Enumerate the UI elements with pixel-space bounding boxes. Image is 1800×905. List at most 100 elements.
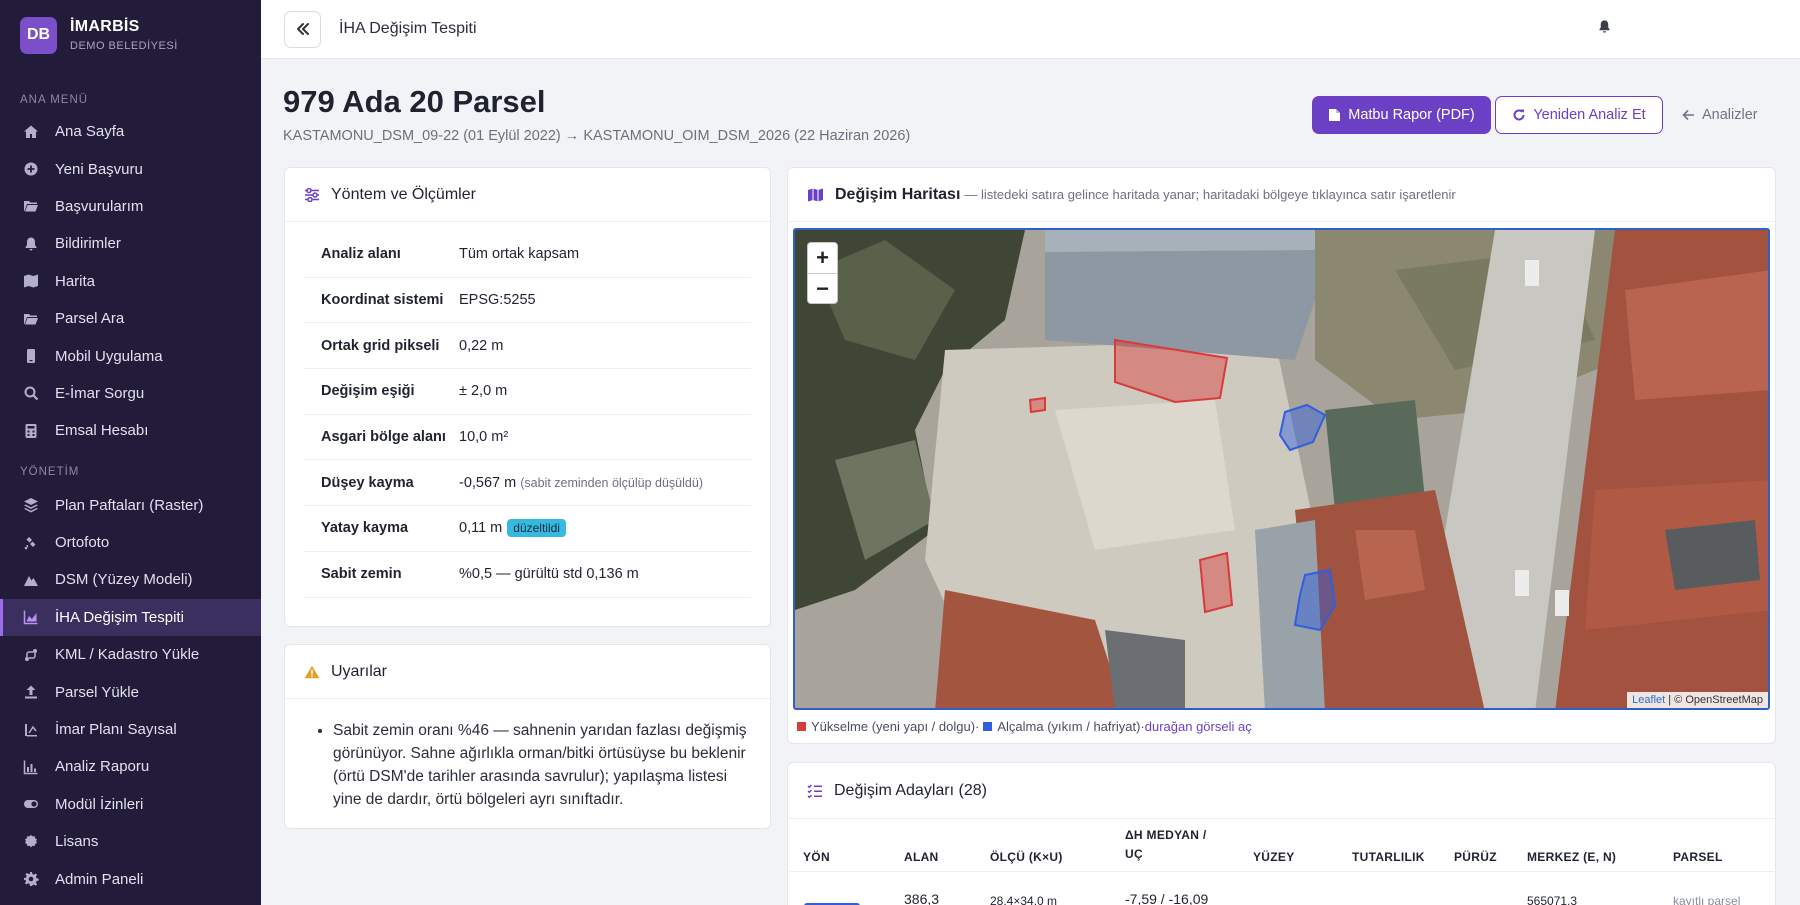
page-title: 979 Ada 20 Parsel (283, 84, 546, 119)
print-report-pdf-button[interactable]: Matbu Rapor (PDF) (1312, 96, 1491, 134)
sidebar-item-label: İmar Planı Sayısal (55, 721, 177, 739)
reanalyze-button[interactable]: Yeniden Analiz Et (1495, 96, 1663, 134)
method-key: Asgari bölge alanı (321, 429, 446, 446)
open-static-image-link[interactable]: durağan görseli aç (1145, 719, 1252, 734)
col-parcel[interactable]: PARSEL (1673, 818, 1723, 872)
sidebar-item-admin-paneli[interactable]: Admin Paneli (0, 860, 261, 897)
sidebar-item-label: Plan Paftaları (Raster) (55, 496, 204, 514)
zoom-controls: + − (807, 242, 838, 304)
sidebar-item-mobil-uygulama[interactable]: Mobil Uygulama (0, 337, 261, 374)
sidebar-item-basvurularim[interactable]: Başvurularım (0, 188, 261, 225)
col-consistency[interactable]: TUTARLILIK (1352, 818, 1425, 872)
cell-size: 28,4×34,0 m (990, 894, 1058, 905)
osm-attribution: | © OpenStreetMap (1668, 694, 1763, 706)
ruler-icon (22, 721, 40, 739)
sidebar-item-modul-i-zinleri[interactable]: Modül İzinleri (0, 786, 261, 823)
method-value: ± 2,0 m (459, 383, 508, 400)
brand-logo: DB (20, 16, 57, 54)
mobile-icon (22, 347, 40, 365)
page-subtitle: KASTAMONU_DSM_09-22 (01 Eylül 2022) → KA… (283, 128, 911, 144)
upload-icon (22, 683, 40, 701)
sidebar-item-i-mar-plani-sayisal[interactable]: İmar Planı Sayısal (0, 711, 261, 748)
col-center[interactable]: MERKEZ (E, N) (1527, 818, 1616, 872)
sidebar-item-e-i-mar-sorgu[interactable]: E-İmar Sorgu (0, 375, 261, 412)
sidebar-item-i-ha-degisim-tespiti[interactable]: İHA Değişim Tespiti (0, 598, 261, 637)
cell-parcel: kayıtlı parsel (1673, 894, 1741, 905)
change-map[interactable]: + − Leaflet | © OpenStreetMap (793, 228, 1770, 710)
home-icon (22, 123, 40, 141)
warnings-card-title: Uyarılar (331, 662, 388, 680)
col-area[interactable]: ALAN (904, 818, 939, 872)
sidebar-item-yeni-basvuru[interactable]: Yeni Başvuru (0, 150, 261, 187)
arrow-left-icon (1682, 109, 1695, 121)
method-card-header: Yöntem ve Ölçümler (285, 168, 770, 222)
method-row: Düşey kayma -0,567 m (sabit zeminden ölçül… (304, 460, 751, 507)
warning-item: Sabit zemin oranı %46 — sahnenin yarıdan… (333, 719, 748, 811)
method-card-title: Yöntem ve Ölçümler (331, 185, 476, 203)
sliders-icon (304, 187, 320, 202)
plus-circle-icon (22, 160, 40, 178)
sidebar-item-analiz-raporu[interactable]: Analiz Raporu (0, 748, 261, 785)
toggle-icon (22, 795, 40, 813)
col-direction[interactable]: YÖN (803, 818, 830, 872)
refresh-icon (1512, 108, 1526, 122)
map-icon (807, 188, 824, 202)
sidebar-item-bildirimler[interactable]: Bildirimler (0, 225, 261, 262)
layers-icon (22, 496, 40, 514)
sidebar-item-harita[interactable]: Harita (0, 263, 261, 300)
map-card-title: Değişim Haritası (835, 185, 961, 203)
method-row: Analiz alanı Tüm ortak kapsam (304, 232, 751, 278)
sidebar-item-ortofoto[interactable]: Ortofoto (0, 524, 261, 561)
sidebar-item-parsel-ara[interactable]: Parsel Ara (0, 300, 261, 337)
sidebar-item-ana-sayfa[interactable]: Ana Sayfa (0, 113, 261, 150)
sidebar-item-kml-kadastro-yukle[interactable]: KML / Kadastro Yükle (0, 636, 261, 673)
sidebar-item-parsel-yukle[interactable]: Parsel Yükle (0, 673, 261, 710)
sidebar-item-dsm-yuzey-modeli[interactable]: DSM (Yüzey Modeli) (0, 561, 261, 598)
sidebar-item-lisans[interactable]: Lisans (0, 823, 261, 860)
leaflet-link[interactable]: Leaflet (1632, 694, 1665, 706)
method-key: Sabit zemin (321, 566, 402, 583)
sidebar-item-label: Emsal Hesabı (55, 422, 149, 440)
legend-swatch-up (797, 722, 806, 731)
back-to-analyses-link[interactable]: Analizler (1682, 96, 1758, 134)
method-row: Yatay kayma 0,11 m düzeltildi (304, 506, 751, 552)
col-size[interactable]: ÖLÇÜ (K×U) (990, 818, 1063, 872)
sidebar-item-plan-paftalari-raster[interactable]: Plan Paftaları (Raster) (0, 487, 261, 524)
sidebar-item-label: Lisans (55, 833, 99, 851)
sidebar-item-label: Analiz Raporu (55, 758, 150, 776)
legend-separator: · (975, 719, 980, 734)
notifications-bell-icon[interactable] (1597, 19, 1615, 37)
aerial-imagery[interactable] (795, 230, 1770, 710)
zoom-out-button[interactable]: − (808, 273, 837, 303)
method-key: Yatay kayma (321, 520, 409, 537)
route-icon (22, 646, 40, 664)
sidebar-item-label: DSM (Yüzey Modeli) (55, 571, 193, 589)
map-card-header: Değişim Haritası — listedeki satıra geli… (788, 168, 1775, 222)
legend-down-label: Alçalma (yıkım / hafriyat) (997, 719, 1141, 734)
col-roughness[interactable]: PÜRÜZ (1454, 818, 1497, 872)
chart-line-icon (22, 758, 40, 776)
brand-subtitle: DEMO BELEDİYESİ (70, 40, 178, 52)
collapse-sidebar-button[interactable] (284, 10, 321, 48)
method-row: Asgari bölge alanı 10,0 m² (304, 415, 751, 461)
warnings-card: Uyarılar Sabit zemin oranı %46 — sahneni… (284, 644, 771, 829)
folder-open-icon (22, 197, 40, 215)
method-row: Koordinat sistemi EPSG:5255 (304, 278, 751, 324)
list-check-icon (807, 784, 823, 798)
method-value: -0,567 m (sabit zeminden ölçülüp düşüldü) (459, 474, 703, 491)
method-value: 10,0 m² (459, 429, 509, 446)
double-chevron-left-icon (296, 23, 309, 35)
cell-dh: -7,59 / -16,09 (1125, 891, 1209, 905)
sidebar-item-label: Admin Paneli (55, 870, 144, 888)
sidebar-item-emsal-hesabi[interactable]: Emsal Hesabı (0, 412, 261, 449)
cell-area: 386,3 (904, 891, 940, 905)
map-legend: Yükselme (yeni yapı / dolgu) · Alçalma (… (797, 719, 1252, 734)
candidates-table-header: YÖN ALAN ÖLÇÜ (K×U) ΔH MEDYAN / UÇ YÜZEY… (789, 818, 1774, 872)
col-surface[interactable]: YÜZEY (1253, 818, 1295, 872)
brand[interactable]: DB İMARBİS DEMO BELEDİYESİ (0, 0, 261, 70)
method-key: Analiz alanı (321, 246, 401, 263)
sidebar-item-label: E-İmar Sorgu (55, 384, 145, 402)
col-dh[interactable]: ΔH MEDYAN / UÇ (1125, 818, 1221, 872)
zoom-in-button[interactable]: + (808, 243, 837, 273)
cell-center: 565071,3 (1527, 894, 1578, 905)
